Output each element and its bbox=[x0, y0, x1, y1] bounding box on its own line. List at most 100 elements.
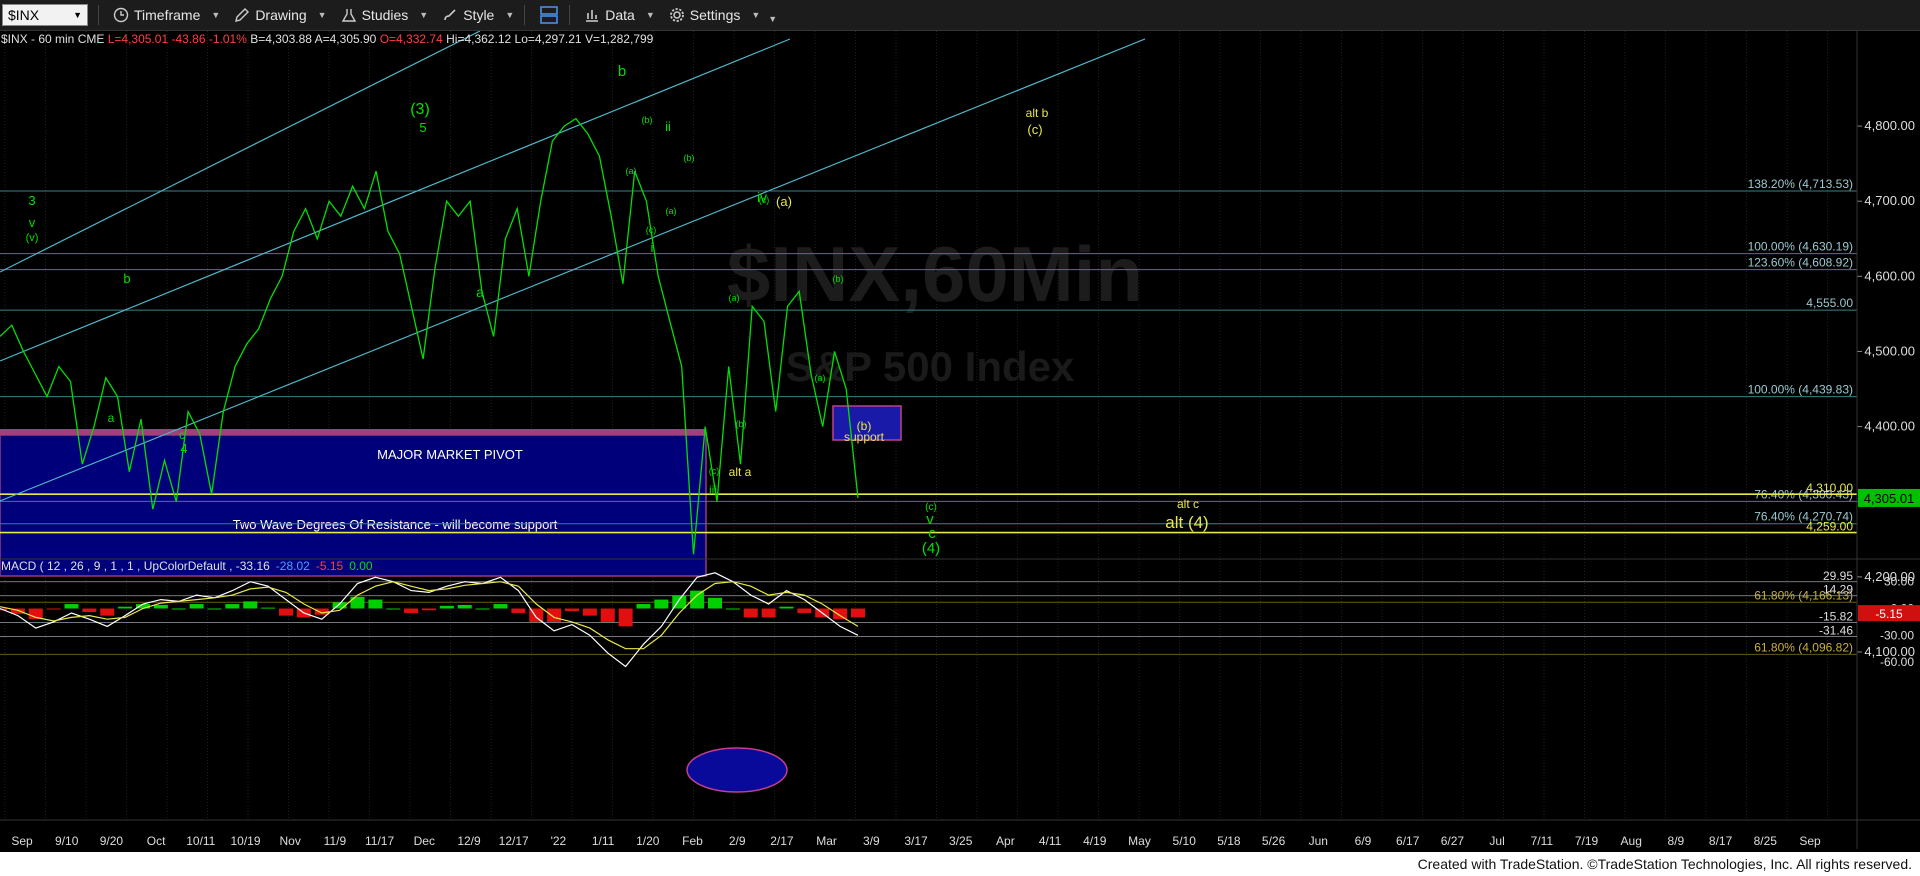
support-label: support bbox=[844, 430, 885, 444]
macd-histogram-bar bbox=[189, 604, 204, 609]
macd-histogram-bar bbox=[493, 604, 508, 609]
macd-histogram-bar bbox=[475, 608, 490, 610]
macd-histogram-bar bbox=[207, 608, 222, 610]
price-chart[interactable]: $INX,60Min S&P 500 Index MAJOR MARKET PI… bbox=[0, 30, 1920, 849]
macd-level-label: -15.82 bbox=[1819, 610, 1853, 624]
wave-label: (a) bbox=[729, 293, 740, 303]
y-tick-label: 4,400.00 bbox=[1864, 419, 1915, 434]
x-tick-label: 7/19 bbox=[1575, 834, 1599, 848]
x-tick-label: Dec bbox=[414, 834, 435, 848]
info-last: L=4,305.01 bbox=[107, 32, 169, 46]
resistance-label: Two Wave Degrees Of Resistance - will be… bbox=[233, 517, 558, 532]
x-tick-label: 6/9 bbox=[1355, 834, 1372, 848]
macd-histogram-bar bbox=[833, 608, 848, 620]
wave-label: alt c bbox=[1177, 497, 1199, 511]
wave-label: v bbox=[29, 215, 36, 230]
macd-y-tick: -60.00 bbox=[1880, 655, 1914, 669]
drawing-menu[interactable]: Drawing ▼ bbox=[234, 7, 327, 23]
x-tick-label: 2/17 bbox=[770, 834, 794, 848]
macd-histogram-bar bbox=[118, 606, 133, 609]
x-tick-label: 8/25 bbox=[1754, 834, 1778, 848]
brush-icon bbox=[444, 9, 456, 21]
data-menu[interactable]: Data ▼ bbox=[584, 7, 655, 23]
macd-histogram-bar bbox=[64, 604, 79, 609]
macd-histogram-bar bbox=[243, 601, 258, 609]
macd-histogram-bar bbox=[708, 597, 722, 609]
macd-histogram-bar bbox=[279, 608, 293, 616]
wave-label: (c) bbox=[709, 466, 720, 476]
wave-label: (c) bbox=[759, 195, 770, 205]
symbol-value: $INX bbox=[8, 7, 40, 23]
info-open: O=4,332.74 bbox=[379, 32, 443, 46]
macd-histogram-bar bbox=[511, 608, 526, 613]
x-tick-label: Sep bbox=[1799, 834, 1821, 848]
y-tick-label: 4,600.00 bbox=[1864, 268, 1915, 283]
wave-label: (c) bbox=[1027, 122, 1042, 137]
chevron-down-icon[interactable]: ▼ bbox=[768, 14, 777, 24]
studies-menu[interactable]: Studies ▼ bbox=[341, 7, 428, 23]
macd-histogram-bar bbox=[547, 608, 562, 622]
x-tick-label: Feb bbox=[682, 834, 703, 848]
flask-icon bbox=[341, 9, 356, 22]
wave-label: (3) bbox=[410, 101, 430, 118]
y-tick-label: 4,800.00 bbox=[1864, 118, 1915, 133]
macd-histogram-bar bbox=[422, 608, 436, 611]
macd-value-3: 0.00 bbox=[349, 559, 373, 573]
y-tick-label: 4,700.00 bbox=[1864, 193, 1915, 208]
wave-label: 5 bbox=[419, 120, 426, 135]
x-tick-label: Jul bbox=[1489, 834, 1504, 848]
x-tick-label: 4/19 bbox=[1083, 834, 1107, 848]
layout-button[interactable] bbox=[539, 5, 559, 25]
x-tick-label: 8/9 bbox=[1668, 834, 1685, 848]
macd-histogram-bar bbox=[386, 608, 401, 610]
price-marker-label: 4,305.01 bbox=[1864, 491, 1915, 506]
fib-label: 61.80% (4,096.82) bbox=[1754, 640, 1853, 654]
x-tick-label: 12/17 bbox=[499, 834, 529, 848]
info-bar: $INX - 60 min CME L=4,305.01 -43.86 -1.0… bbox=[1, 32, 653, 46]
macd-histogram-bar bbox=[743, 608, 758, 618]
wave-label: i bbox=[651, 240, 654, 255]
chevron-down-icon: ▼ bbox=[317, 10, 327, 20]
style-menu[interactable]: Style ▼ bbox=[442, 7, 514, 23]
macd-histogram-bar bbox=[797, 608, 812, 613]
pencil-icon bbox=[235, 8, 250, 22]
x-tick-label: 3/25 bbox=[949, 834, 973, 848]
macd-histogram-bar bbox=[404, 608, 419, 613]
macd-histogram-bar bbox=[565, 608, 579, 612]
macd-level-label: 29.95 bbox=[1823, 569, 1853, 583]
macd-level-label: 14.29 bbox=[1823, 583, 1853, 597]
x-tick-label: 8/17 bbox=[1709, 834, 1733, 848]
wave-label: alt a bbox=[729, 465, 752, 479]
x-tick-label: 1/11 bbox=[592, 834, 615, 848]
settings-menu[interactable]: Settings ▼ bbox=[669, 7, 760, 23]
x-tick-label: 4/11 bbox=[1039, 834, 1062, 848]
chevron-down-icon: ▼ bbox=[505, 10, 515, 20]
wave-label: 3 bbox=[28, 193, 35, 208]
macd-histogram-bar bbox=[457, 604, 472, 609]
x-tick-label: 9/20 bbox=[100, 834, 124, 848]
info-high: Hi=4,362.12 bbox=[446, 32, 512, 46]
footer-credit: Created with TradeStation. ©TradeStation… bbox=[1417, 856, 1912, 872]
x-tick-label: 9/10 bbox=[55, 834, 79, 848]
x-tick-label: 3/9 bbox=[863, 834, 880, 848]
x-tick-label: 10/11 bbox=[186, 834, 215, 848]
fib-label: 138.20% (4,713.53) bbox=[1748, 177, 1853, 191]
wave-label: (v) bbox=[26, 232, 39, 244]
x-tick-label: 11/17 bbox=[365, 834, 394, 848]
yellow-level-label: 4,259.00 bbox=[1806, 520, 1853, 534]
macd-histogram-bar bbox=[46, 608, 61, 610]
wave-label: b bbox=[618, 63, 626, 80]
x-tick-label: 2/9 bbox=[729, 834, 746, 848]
wave-label: (b) bbox=[736, 419, 747, 429]
macd-histogram-bar bbox=[314, 608, 329, 615]
wave-label: (a) bbox=[666, 206, 677, 216]
x-tick-label: 5/18 bbox=[1217, 834, 1241, 848]
timeframe-menu[interactable]: Timeframe ▼ bbox=[113, 7, 220, 23]
macd-histogram-bar bbox=[618, 608, 633, 627]
symbol-input[interactable]: $INX ▼ bbox=[2, 4, 88, 26]
wave-label: (a) bbox=[776, 194, 792, 209]
macd-y-tick: 30.00 bbox=[1884, 575, 1914, 589]
price-marker: 4,305.01 bbox=[1858, 488, 1920, 507]
chart-area[interactable]: $INX,60Min S&P 500 Index MAJOR MARKET PI… bbox=[0, 30, 1920, 849]
macd-histogram-bar bbox=[779, 606, 794, 609]
